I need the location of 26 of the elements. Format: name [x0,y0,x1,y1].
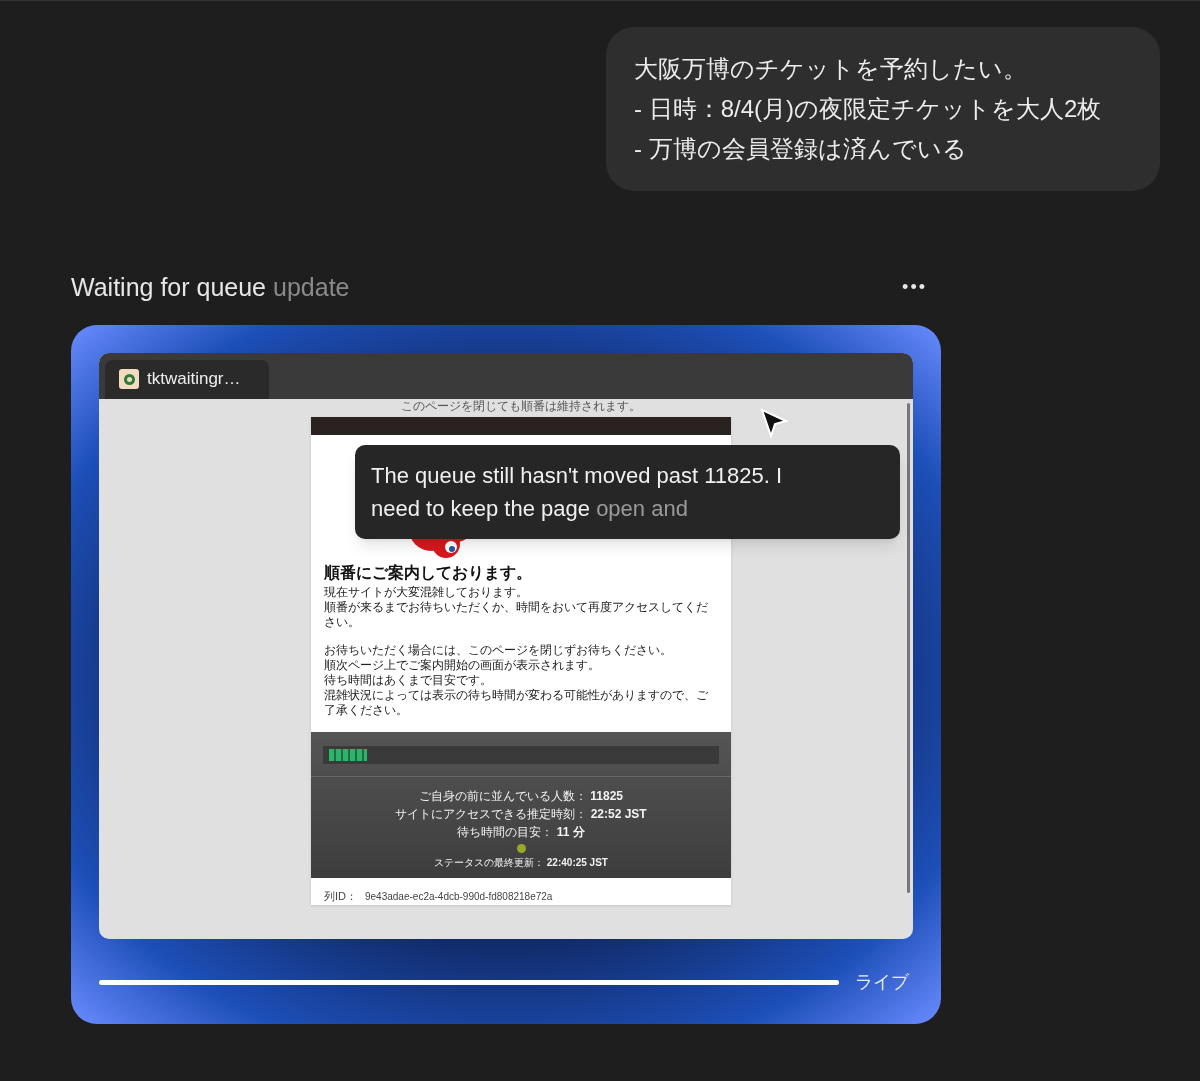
tooltip-text: need to keep the page [371,494,590,523]
status-line: サイトにアクセスできる推定時刻： 22:52 JST [395,805,647,823]
queue-id-label: 列ID： [324,889,357,903]
page-heading: 順番にご案内しております。 [324,562,533,583]
title-text: Waiting for queue [71,272,267,303]
page-text: お待ちいただく場合には、このページを閉じずお待ちください。 [324,642,673,658]
more-button[interactable]: ••• [902,274,927,302]
page-text: 現在サイトが大変混雑しております。 [324,584,529,600]
cursor-icon [759,406,789,439]
page-text: 混雑状況によっては表示の待ち時間が変わる可能性がありますので、ご了承ください。 [324,687,709,718]
message-bubble: 大阪万博のチケットを予約したい。 - 日時：8/4(月)の夜限定チケットを大人2枚 - 万博の会員登録は済んでいる [606,27,1160,191]
tooltip-text: open and [596,494,688,523]
page-note: このページを閉じても順番は維持されます。 [401,398,641,413]
page-text: 順次ページ上でご案内開始の画面が表示されます。 [324,657,601,673]
tooltip-text: The queue still hasn't moved past 11825. I [371,461,783,490]
playback-slider[interactable] [99,979,839,985]
queue-id-value: 9e43adae-ec2a-4dcb-990d-fd808218e72a [365,889,553,903]
last-update-text: ステータスの最終更新： 22:40:25 JST [434,855,608,870]
page-text: 順番が来るまでお待ちいただくか、時間をおいて再度アクセスしてください。 [324,599,709,630]
browser-tab[interactable]: tktwaitingr… [105,359,269,399]
status-line: ご自身の前に並んでいる人数： 11825 [418,787,624,805]
page-text: 待ち時間はあくまで目安です。 [324,672,493,688]
title-text: update [273,272,350,303]
status-line: 待ち時間の目安： 11 分 [457,823,585,841]
site-favicon-icon [119,369,139,389]
live-label: ライブ [855,970,909,994]
